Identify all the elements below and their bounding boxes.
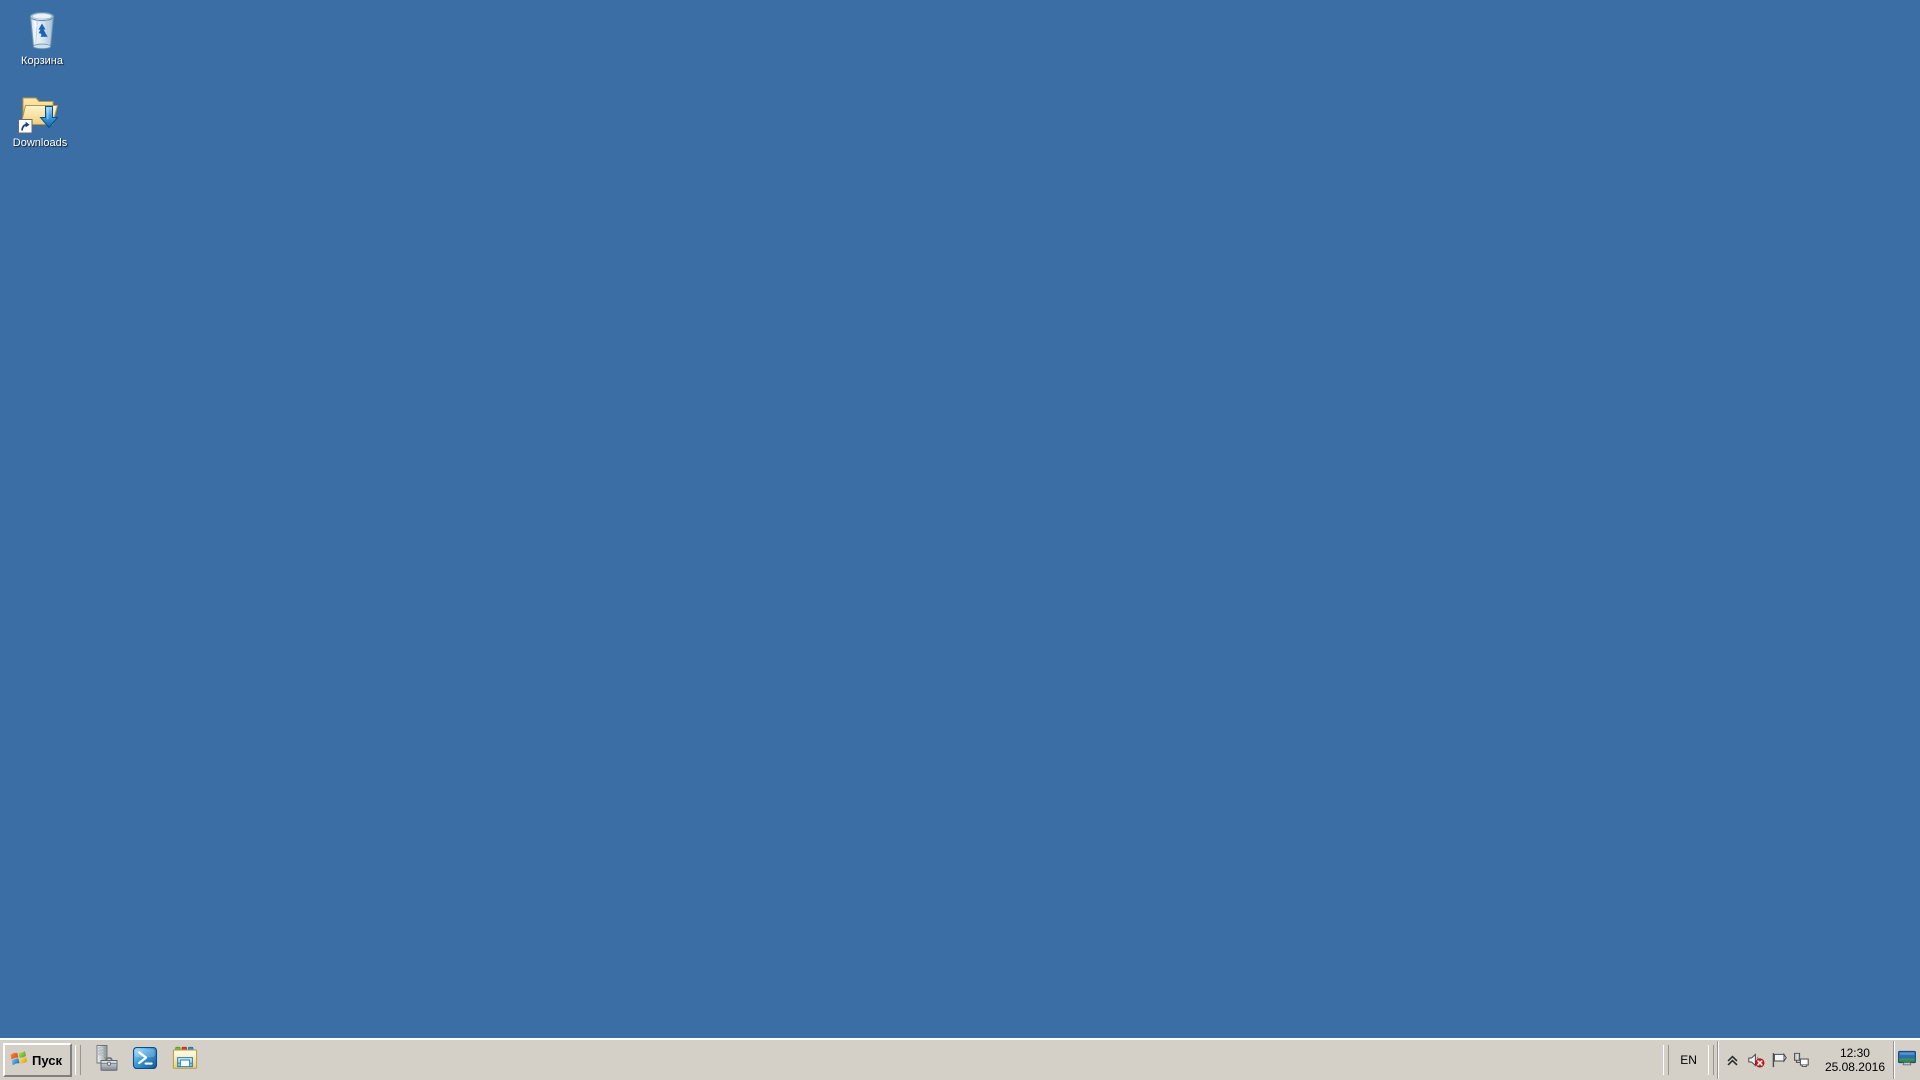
flag-icon[interactable] <box>1770 1051 1788 1069</box>
quick-launch-powershell[interactable] <box>128 1043 162 1077</box>
desktop-icon-downloads[interactable]: Downloads <box>2 86 78 150</box>
language-bar-separator-right <box>1707 1045 1714 1075</box>
chevron-up-icon[interactable] <box>1724 1051 1742 1069</box>
quick-launch-bar[interactable] <box>84 1041 206 1079</box>
desktop-icon-label: Downloads <box>12 137 68 149</box>
downloads-folder-shortcut-icon <box>16 86 64 134</box>
recycle-bin-icon <box>18 4 66 52</box>
clock-time: 12:30 <box>1839 1046 1870 1060</box>
taskbar-separator <box>75 1045 81 1075</box>
language-indicator: EN <box>1680 1053 1697 1067</box>
system-tray[interactable] <box>1716 1041 1815 1079</box>
desktop-icon-label: Корзина <box>21 55 63 67</box>
show-desktop-icon <box>1897 1050 1917 1071</box>
quick-launch-explorer[interactable] <box>168 1043 202 1077</box>
powershell-icon <box>131 1044 159 1077</box>
language-bar[interactable]: EN <box>1672 1043 1705 1077</box>
speaker-muted-icon[interactable] <box>1747 1051 1765 1069</box>
taskbar-clock[interactable]: 12:30 25.08.2016 <box>1815 1041 1893 1079</box>
start-button-label: Пуск <box>32 1052 62 1068</box>
taskbar-task-area[interactable] <box>206 1041 1660 1079</box>
desktop-icon-recycle-bin[interactable]: Корзина <box>4 4 80 68</box>
language-bar-separator-left <box>1663 1045 1670 1075</box>
desktop[interactable]: Корзина Downloads Пуск EN 12:30 25.08.20… <box>0 0 1920 1080</box>
windows-explorer-icon <box>171 1044 199 1077</box>
clock-date: 25.08.2016 <box>1824 1060 1885 1074</box>
quick-launch-server-manager[interactable] <box>88 1043 122 1077</box>
show-desktop-button[interactable] <box>1893 1041 1920 1079</box>
network-monitor-icon[interactable] <box>1793 1051 1811 1069</box>
windows-logo-icon <box>9 1048 29 1073</box>
taskbar[interactable]: Пуск EN 12:30 25.08.2016 <box>0 1038 1920 1080</box>
start-button[interactable]: Пуск <box>3 1043 72 1077</box>
server-manager-icon <box>90 1043 120 1078</box>
